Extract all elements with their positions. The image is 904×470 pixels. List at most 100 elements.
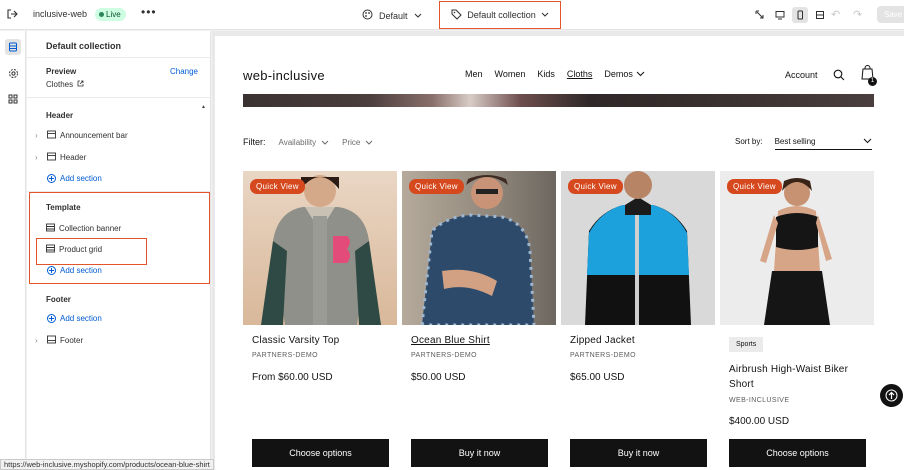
section-footer[interactable]: › Footer [35,335,83,346]
buy-it-now-button[interactable]: Buy it now [411,439,548,467]
quick-view-badge[interactable]: Quick View [250,179,305,194]
product-vendor: PARTNERS-DEMO [411,352,478,359]
theme-selector[interactable]: Default [362,9,422,22]
add-section-footer-button[interactable]: Add section [47,314,102,323]
section-icon [47,152,56,163]
filter-price[interactable]: Price [342,138,373,147]
chevron-right-icon[interactable]: › [35,131,43,140]
preview-label: Preview [46,67,77,76]
section-header[interactable]: › Header [35,152,86,163]
fullscreen-icon[interactable] [812,7,828,23]
gear-icon[interactable] [5,65,21,81]
choose-options-button[interactable]: Choose options [729,439,866,467]
nav-kids[interactable]: Kids [537,69,555,79]
main-nav: Men Women Kids Cloths Demos [465,69,645,79]
product-price: $400.00 USD [729,416,790,427]
sort-label: Sort by: [735,137,763,146]
section-collection-banner[interactable]: Collection banner [46,223,121,234]
template-selector[interactable]: Default collection [439,1,561,29]
store-logo[interactable]: web-inclusive [243,68,325,83]
undo-button[interactable]: ↶ [831,8,840,21]
section-label: Header [60,153,87,162]
product-price: $65.00 USD [570,372,625,383]
plus-circle-icon [47,174,56,183]
status-bar-url: https://web-inclusive.myshopify.com/prod… [0,459,214,470]
nav-demos[interactable]: Demos [604,69,645,79]
editor-rail [0,31,26,470]
plus-circle-icon [47,314,56,323]
choose-options-button[interactable]: Choose options [252,439,389,467]
add-section-label: Add section [60,266,102,275]
panel-title: Default collection [46,41,122,51]
product-vendor: WEB-INCLUSIVE [729,397,790,404]
nav-cloths[interactable]: Cloths [567,69,593,79]
filter-availability[interactable]: Availability [279,138,330,147]
section-icon [47,335,56,346]
add-section-template-button[interactable]: Add section [47,266,102,275]
section-label: Product grid [59,245,103,254]
product-name[interactable]: Classic Varsity Top [252,335,339,346]
search-icon[interactable] [833,68,845,86]
apps-icon[interactable] [5,91,21,107]
account-link[interactable]: Account [785,70,818,80]
theme-name: Default [379,10,408,21]
store-name: inclusive-web [33,9,88,19]
chevron-down-icon [863,137,872,146]
product-image[interactable]: Quick View [720,171,874,325]
select-icon[interactable] [752,7,768,23]
desktop-icon[interactable] [772,7,788,23]
nav-men[interactable]: Men [465,69,483,79]
add-section-header-button[interactable]: Add section [47,174,102,183]
more-actions-button[interactable]: ••• [141,5,157,19]
redo-button[interactable]: ↷ [853,8,862,21]
product-image[interactable]: Quick View [561,171,715,325]
product-name[interactable]: Ocean Blue Shirt [411,335,490,346]
header-group-label: Header [46,111,74,120]
chevron-down-icon [365,138,373,147]
section-announcement-bar[interactable]: › Announcement bar [35,130,128,141]
quick-view-badge[interactable]: Quick View [568,179,623,194]
chevron-down-icon [541,10,549,20]
change-link[interactable]: Change [170,67,198,76]
template-name: Default collection [467,10,536,20]
save-button[interactable]: Save [877,6,904,23]
sections-panel: Default collection Preview Change Clothe… [27,31,211,470]
chevron-right-icon[interactable]: › [35,153,43,162]
quick-view-badge[interactable]: Quick View [727,179,782,194]
sections-icon[interactable] [5,39,21,55]
section-icon [46,244,55,255]
preview-value-link[interactable]: Clothes [46,80,84,89]
mobile-icon[interactable] [792,7,808,23]
store-preview: web-inclusive Men Women Kids Cloths Demo… [212,31,904,470]
arrow-up-icon[interactable] [880,384,903,407]
paint-icon [362,9,373,22]
product-image[interactable]: Quick View [402,171,556,325]
product-vendor: PARTNERS-DEMO [570,352,637,359]
product-name[interactable]: Airbrush High-Waist Biker Short [729,362,869,392]
quick-view-badge[interactable]: Quick View [409,179,464,194]
section-icon [46,223,55,234]
exit-icon[interactable] [6,8,18,20]
cart-count-badge: 1 [868,77,877,86]
buy-it-now-button[interactable]: Buy it now [570,439,707,467]
product-card[interactable]: Quick View Zipped Jacket PARTNERS-DEMO $… [561,171,715,467]
section-product-grid[interactable]: Product grid [46,244,102,255]
filter-option-label: Price [342,137,361,147]
product-card[interactable]: Quick View Sports Airbrush High-Waist Bi… [720,171,874,467]
product-image[interactable]: Quick View [243,171,397,325]
nav-demos-label: Demos [604,69,633,79]
chevron-right-icon[interactable]: › [35,336,43,345]
nav-women[interactable]: Women [495,69,526,79]
sort-select[interactable]: Best selling [774,137,872,150]
editor-topbar: inclusive-web Live ••• Default Default c… [0,0,904,30]
scroll-up-icon[interactable]: ▲ [201,104,206,110]
chevron-down-icon [636,69,645,79]
product-card[interactable]: Quick View Ocean Blue Shirt PARTNERS-DEM… [402,171,556,467]
filter-option-label: Availability [278,137,317,147]
sort-value: Best selling [774,137,816,146]
tag-icon [451,9,462,22]
product-name[interactable]: Zipped Jacket [570,335,635,346]
product-card[interactable]: Quick View Classic Varsity Top PARTNERS-… [243,171,397,467]
add-section-label: Add section [60,174,102,183]
sort-control: Sort by: Best selling [735,137,872,150]
